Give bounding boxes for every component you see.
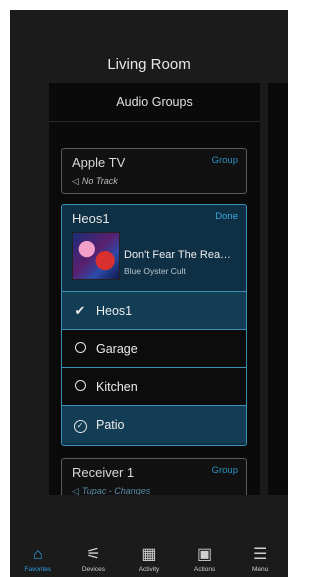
card-title: Apple TV: [72, 155, 126, 170]
group-member-list: ✔ Heos1 Garage Kitchen ✓ Patio: [62, 291, 246, 443]
group-button[interactable]: Group: [212, 155, 238, 166]
nav-label: Devices: [81, 566, 105, 573]
calendar-icon: ▣: [197, 546, 213, 563]
track-status: No Track: [81, 176, 118, 186]
nav-favorites[interactable]: ⌂ Favorites: [10, 536, 66, 577]
receiver-card[interactable]: Receiver 1 Group ◁ Tupac - Changes: [61, 458, 247, 495]
app-screen: Living Room Audio Groups Apple TV Group …: [10, 10, 288, 577]
list-item-label: Patio: [96, 417, 125, 432]
list-item[interactable]: ✓ Patio: [62, 405, 246, 443]
nav-label: Menu: [252, 566, 269, 573]
check-icon: ✔: [74, 302, 86, 318]
page-title: Living Room: [107, 56, 191, 73]
group-button[interactable]: Group: [212, 465, 238, 476]
nav-actions[interactable]: ▣ Actions: [177, 536, 233, 577]
adjacent-panel-edge[interactable]: [268, 83, 288, 495]
audio-groups-panel: Audio Groups Apple TV Group ◁ No Track He…: [49, 83, 260, 495]
nav-label: Favorites: [24, 566, 52, 573]
now-playing-status: ◁ Tupac - Changes: [72, 486, 150, 495]
speaker-icon: ◁: [72, 486, 79, 495]
heos-card[interactable]: Heos1 Done Don't Fear The Rea… Blue Oyst…: [61, 204, 247, 446]
list-item-label: Kitchen: [96, 379, 138, 394]
speaker-icon: ◁: [72, 176, 79, 186]
artist-name: Blue Oyster Cult: [124, 266, 186, 276]
bottom-nav: ⌂ Favorites ⚟ Devices ▦ Activity ▣ Actio…: [10, 536, 288, 577]
activity-icon: ▦: [141, 546, 157, 563]
list-item-label: Heos1: [96, 303, 133, 318]
radio-checked-icon: ✓: [72, 416, 88, 433]
radio-empty-icon: [72, 379, 88, 394]
track-status: Tupac - Changes: [81, 486, 151, 495]
nav-label: Actions: [193, 566, 216, 573]
panel-header: Audio Groups: [49, 83, 260, 122]
card-title: Receiver 1: [72, 465, 135, 480]
home-icon: ⌂: [32, 546, 43, 563]
now-playing-status: ◁ No Track: [72, 176, 118, 187]
nav-label: Activity: [138, 566, 160, 573]
list-item-label: Garage: [96, 341, 138, 356]
nav-menu[interactable]: ☰ Menu: [232, 536, 288, 577]
track-title: Don't Fear The Rea…: [124, 249, 232, 261]
list-item[interactable]: Garage: [62, 329, 246, 367]
list-item[interactable]: Kitchen: [62, 367, 246, 405]
card-title: Heos1: [72, 211, 110, 226]
nav-devices[interactable]: ⚟ Devices: [66, 536, 122, 577]
apple-tv-card[interactable]: Apple TV Group ◁ No Track: [61, 148, 247, 194]
devices-icon: ⚟: [86, 546, 101, 563]
menu-icon: ☰: [253, 546, 268, 563]
radio-empty-icon: [72, 341, 88, 356]
album-art: [72, 232, 120, 280]
done-button[interactable]: Done: [215, 211, 238, 222]
nav-activity[interactable]: ▦ Activity: [121, 536, 177, 577]
list-item[interactable]: ✔ Heos1: [62, 291, 246, 329]
